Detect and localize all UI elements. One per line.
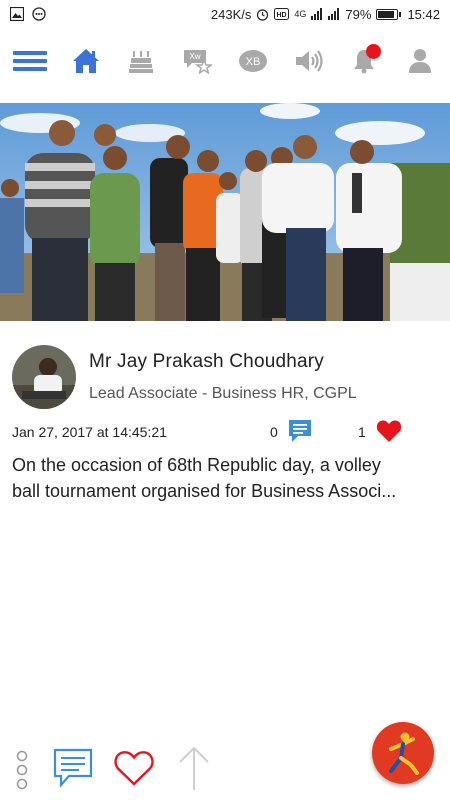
birthday-cake-icon — [129, 51, 154, 73]
app-logo-fab[interactable] — [372, 722, 434, 784]
notification-badge — [366, 44, 382, 59]
home-button[interactable] — [66, 41, 106, 81]
home-icon — [72, 49, 99, 73]
status-bar: 243K/s HD 4G 79% 15:42 — [0, 0, 450, 28]
user-icon — [408, 49, 431, 73]
comment-icon — [53, 748, 93, 788]
more-options-button[interactable] — [10, 748, 34, 792]
profile-button[interactable] — [400, 41, 440, 81]
announcements-button[interactable] — [289, 41, 329, 81]
post-photo[interactable] — [0, 103, 450, 321]
messenger-notification-icon — [32, 7, 46, 21]
status-left — [10, 7, 46, 21]
author-text: Mr Jay Prakash Choudhary Lead Associate … — [89, 351, 357, 403]
net-speed: 243K/s — [210, 6, 252, 22]
post-date: Jan 27, 2017 at 14:45:21 — [12, 424, 167, 440]
author-role: Lead Associate - Business HR, CGPL — [89, 385, 357, 402]
xb-button[interactable]: XB — [233, 41, 273, 81]
hd-voice-icon: HD — [274, 8, 290, 20]
signal-icon-1 — [311, 8, 323, 20]
post-meta: Jan 27, 2017 at 14:45:21 0 1 — [12, 420, 408, 444]
xb-icon: XB — [238, 50, 267, 72]
network-type: 4G — [294, 9, 307, 19]
clock: 15:42 — [407, 6, 440, 22]
top-nav: Xw XB — [0, 38, 450, 84]
avatar[interactable] — [12, 345, 76, 409]
svg-text:HD: HD — [277, 12, 287, 19]
battery-icon — [376, 8, 402, 20]
like-heart-icon[interactable] — [376, 419, 402, 443]
post-text-line: ball tournament organised for Business A… — [12, 481, 397, 501]
notifications-button[interactable] — [344, 41, 384, 81]
battery-percent: 79% — [345, 6, 372, 22]
svg-text:XB: XB — [245, 56, 260, 68]
xw-star-icon: Xw — [184, 50, 213, 74]
post-author[interactable]: Mr Jay Prakash Choudhary Lead Associate … — [12, 344, 438, 410]
post-text[interactable]: On the occasion of 68th Republic day, a … — [12, 452, 438, 504]
speaker-icon — [295, 50, 323, 72]
alarm-icon — [257, 8, 269, 21]
gallery-notification-icon — [10, 7, 24, 21]
birthday-button[interactable] — [121, 41, 161, 81]
runner-logo-icon — [389, 732, 419, 775]
post-photo-image — [0, 103, 450, 321]
status-right: 243K/s HD 4G 79% 15:42 — [211, 7, 440, 22]
like-button[interactable] — [112, 746, 156, 790]
battery-fill — [378, 10, 395, 18]
post-text-line: On the occasion of 68th Republic day, a … — [12, 455, 381, 475]
comment-count: 0 — [270, 424, 278, 440]
svg-text:Xw: Xw — [190, 52, 201, 61]
more-options-icon — [16, 750, 28, 790]
menu-button[interactable] — [10, 41, 50, 81]
wall-of-fame-button[interactable]: Xw — [177, 41, 217, 81]
menu-icon — [13, 47, 47, 75]
comment-count-icon[interactable] — [288, 419, 312, 443]
signal-icon-2 — [328, 8, 340, 20]
comment-button[interactable] — [52, 746, 94, 790]
author-name[interactable]: Mr Jay Prakash Choudhary — [89, 351, 357, 373]
arrow-up-icon — [179, 746, 209, 790]
scroll-top-button[interactable] — [176, 744, 212, 792]
like-count: 1 — [358, 424, 366, 440]
heart-icon — [114, 751, 154, 786]
